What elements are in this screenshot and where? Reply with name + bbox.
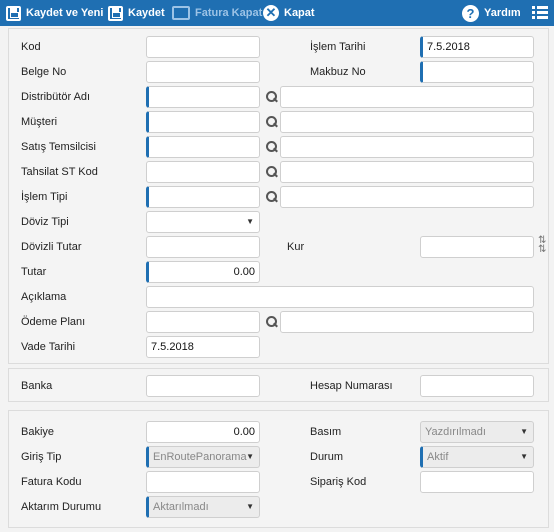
bakiye-input[interactable]: 0.00 xyxy=(146,421,260,443)
help-button[interactable]: ? Yardım xyxy=(462,0,521,26)
banka-input[interactable] xyxy=(146,375,260,397)
siparis-kod-input[interactable] xyxy=(420,471,534,493)
close-button[interactable]: ✕ Kapat xyxy=(263,0,315,26)
hesap-numarasi-input[interactable] xyxy=(420,375,534,397)
help-label: Yardım xyxy=(484,7,521,19)
aktarim-durumu-label: Aktarım Durumu xyxy=(21,501,102,513)
invoice-icon xyxy=(172,6,190,20)
tahsilat-st-name-input[interactable] xyxy=(280,161,534,183)
search-icon[interactable] xyxy=(265,90,279,104)
kod-input[interactable] xyxy=(146,36,260,58)
save-label: Kaydet xyxy=(128,7,165,19)
musteri-name-input[interactable] xyxy=(280,111,534,133)
kod-label: Kod xyxy=(21,41,41,53)
satis-temsilcisi-label: Satış Temsilcisi xyxy=(21,141,96,153)
close-invoice-label: Fatura Kapat xyxy=(195,7,263,19)
doviz-tipi-select[interactable] xyxy=(146,211,260,233)
durum-select[interactable]: Aktif xyxy=(420,446,534,468)
tutar-label: Tutar xyxy=(21,266,47,278)
odeme-plani-name-input[interactable] xyxy=(280,311,534,333)
islem-tipi-name-input[interactable] xyxy=(280,186,534,208)
musteri-code-input[interactable] xyxy=(146,111,260,133)
doviz-tipi-label: Döviz Tipi xyxy=(21,216,69,228)
aciklama-input[interactable] xyxy=(146,286,534,308)
odeme-plani-label: Ödeme Planı xyxy=(21,316,86,328)
vade-tarihi-input[interactable]: 7.5.2018 xyxy=(146,336,260,358)
menu-button[interactable] xyxy=(532,0,548,26)
odeme-plani-code-input[interactable] xyxy=(146,311,260,333)
belge-no-input[interactable] xyxy=(146,61,260,83)
floppy-disk-icon xyxy=(108,5,123,21)
fatura-kodu-input[interactable] xyxy=(146,471,260,493)
kur-input[interactable] xyxy=(420,236,534,258)
tutar-input[interactable]: 0.00 xyxy=(146,261,260,283)
distributor-label: Distribütör Adı xyxy=(21,91,91,103)
bank-panel: Banka Hesap Numarası xyxy=(8,368,549,402)
floppy-disk-icon xyxy=(6,5,21,21)
close-icon: ✕ xyxy=(263,5,279,21)
save-and-new-button[interactable]: Kaydet ve Yeni xyxy=(6,0,103,26)
close-invoice-button[interactable]: Fatura Kapat xyxy=(172,0,262,26)
search-icon[interactable] xyxy=(265,315,279,329)
swap-icon[interactable]: ⇅ ⇅ xyxy=(538,236,546,255)
aciklama-label: Açıklama xyxy=(21,291,67,303)
tahsilat-st-kod-label: Tahsilat ST Kod xyxy=(21,166,98,178)
islem-tipi-label: İşlem Tipi xyxy=(21,191,68,203)
satis-temsilcisi-code-input[interactable] xyxy=(146,136,260,158)
extra-info-panel: Bakiye 0.00 Basım Yazdırılmadı Giriş Tip… xyxy=(8,410,549,528)
islem-tarihi-label: İşlem Tarihi xyxy=(310,41,366,53)
aktarim-durumu-select[interactable]: Aktarılmadı xyxy=(146,496,260,518)
kur-label: Kur xyxy=(287,241,305,253)
distributor-name-input[interactable] xyxy=(280,86,534,108)
fatura-kodu-label: Fatura Kodu xyxy=(21,476,82,488)
basim-label: Basım xyxy=(310,426,342,438)
satis-temsilcisi-name-input[interactable] xyxy=(280,136,534,158)
islem-tarihi-input[interactable]: 7.5.2018 xyxy=(420,36,534,58)
banka-label: Banka xyxy=(21,380,53,392)
help-icon: ? xyxy=(462,4,479,22)
basim-select[interactable]: Yazdırılmadı xyxy=(420,421,534,443)
dovizli-tutar-input[interactable] xyxy=(146,236,260,258)
distributor-code-input[interactable] xyxy=(146,86,260,108)
belge-no-label: Belge No xyxy=(21,66,67,78)
islem-tipi-code-input[interactable] xyxy=(146,186,260,208)
giris-tip-label: Giriş Tip xyxy=(21,451,62,463)
giris-tip-select[interactable]: EnRoutePanorama xyxy=(146,446,260,468)
makbuz-no-label: Makbuz No xyxy=(310,66,366,78)
tahsilat-st-kod-input[interactable] xyxy=(146,161,260,183)
save-button[interactable]: Kaydet xyxy=(108,0,165,26)
search-icon[interactable] xyxy=(265,190,279,204)
toolbar: Kaydet ve Yeni Kaydet Fatura Kapat ✕ Kap… xyxy=(0,0,554,26)
main-form-panel: Kod İşlem Tarihi 7.5.2018 Belge No Makbu… xyxy=(8,28,549,364)
menu-icon xyxy=(532,6,548,20)
siparis-kod-label: Sipariş Kod xyxy=(310,476,367,488)
hesap-numarasi-label: Hesap Numarası xyxy=(310,380,393,392)
musteri-label: Müşteri xyxy=(21,116,58,128)
durum-label: Durum xyxy=(310,451,344,463)
makbuz-no-input[interactable] xyxy=(420,61,534,83)
search-icon[interactable] xyxy=(265,115,279,129)
dovizli-tutar-label: Dövizli Tutar xyxy=(21,241,82,253)
search-icon[interactable] xyxy=(265,165,279,179)
close-label: Kapat xyxy=(284,7,315,19)
vade-tarihi-label: Vade Tarihi xyxy=(21,341,76,353)
search-icon[interactable] xyxy=(265,140,279,154)
save-and-new-label: Kaydet ve Yeni xyxy=(26,7,104,19)
bakiye-label: Bakiye xyxy=(21,426,55,438)
